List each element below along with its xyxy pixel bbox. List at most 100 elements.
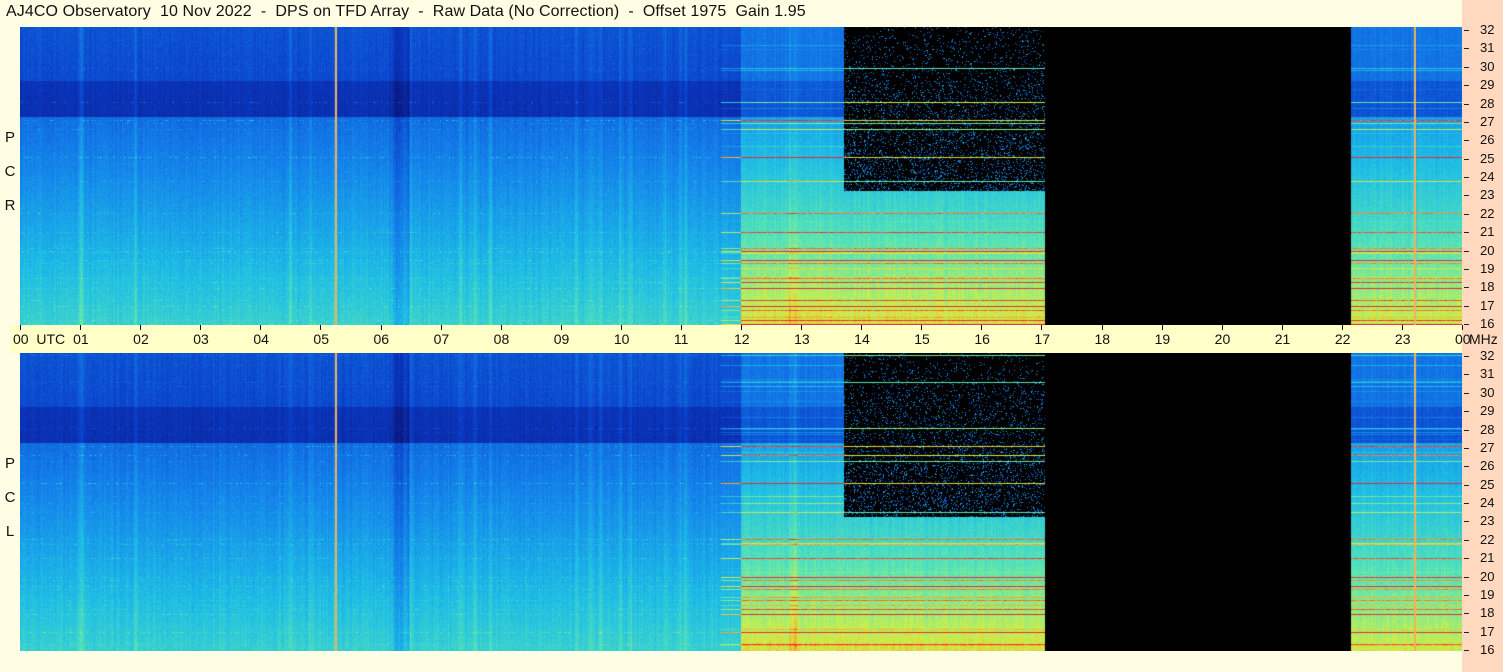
mhz-tick-mark — [1464, 158, 1469, 160]
mhz-tick-label: 21 — [1480, 550, 1495, 566]
mhz-tick-mark — [1464, 374, 1469, 376]
utc-tick-label: 17 — [1034, 331, 1050, 347]
mhz-tick-mark — [1464, 324, 1469, 325]
utc-tick-label: 23 — [1394, 331, 1411, 347]
utc-tick-label: 04 — [253, 331, 269, 347]
utc-tick-mark — [801, 325, 803, 330]
utc-tick-label: 19 — [1154, 331, 1171, 347]
mhz-tick-label: 22 — [1480, 531, 1495, 547]
utc-tick-label: 08 — [493, 331, 510, 347]
rcp-letter-c: C — [4, 163, 16, 180]
utc-tick-mark — [1041, 325, 1043, 330]
rcp-spectrogram — [20, 27, 1462, 325]
utc-tick-mark — [200, 325, 202, 330]
utc-tick-label: 01 — [73, 331, 89, 347]
mhz-tick-mark — [1464, 30, 1469, 31]
mhz-tick-label: 32 — [1480, 22, 1495, 37]
utc-tick-mark — [861, 325, 863, 330]
utc-tick-label: 13 — [794, 331, 810, 347]
mhz-tick-label: 18 — [1480, 279, 1495, 295]
mhz-tick-mark — [1464, 66, 1469, 68]
lcp-spectrogram — [20, 353, 1462, 651]
mhz-tick-mark — [1464, 613, 1469, 615]
utc-tick-mark — [1462, 325, 1463, 330]
mhz-tick-label: 23 — [1480, 187, 1495, 203]
mhz-tick-label: 31 — [1480, 40, 1495, 56]
mhz-tick-mark — [1464, 429, 1469, 431]
utc-tick-mark — [560, 325, 562, 330]
utc-tick-mark — [500, 325, 502, 330]
mhz-tick-label: 18 — [1480, 605, 1495, 621]
mhz-tick-label: 21 — [1480, 224, 1495, 240]
utc-tick-label: 06 — [373, 331, 390, 347]
mhz-tick-mark — [1464, 305, 1469, 307]
utc-tick-label: 12 — [734, 331, 750, 347]
mhz-tick-label: 20 — [1480, 242, 1495, 258]
mhz-tick-label: 16 — [1480, 642, 1495, 657]
lcp-label: P C L — [0, 447, 20, 549]
mhz-tick-mark — [1464, 250, 1469, 252]
mhz-tick-label: 24 — [1480, 495, 1495, 510]
mhz-tick-mark — [1464, 411, 1469, 413]
utc-tick-mark — [1341, 325, 1343, 330]
mhz-tick-mark — [1464, 195, 1469, 197]
mhz-tick-label: 26 — [1480, 132, 1495, 148]
mhz-tick-label: 19 — [1480, 260, 1495, 276]
mhz-tick-mark — [1464, 103, 1469, 105]
mhz-tick-mark — [1464, 650, 1469, 651]
mhz-tick-label: 17 — [1480, 623, 1495, 639]
mhz-tick-mark — [1464, 268, 1469, 270]
mhz-tick-label: 32 — [1480, 348, 1495, 363]
mhz-tick-mark — [1464, 466, 1469, 468]
mhz-tick-mark — [1464, 287, 1469, 289]
mhz-tick-mark — [1464, 503, 1469, 504]
mhz-tick-mark — [1464, 594, 1469, 596]
utc-tick-mark — [1221, 325, 1223, 330]
chart-title: AJ4CO Observatory 10 Nov 2022 - DPS on T… — [6, 3, 806, 20]
mhz-tick-label: 30 — [1480, 384, 1495, 400]
mhz-tick-label: 26 — [1480, 458, 1495, 474]
rcp-letter-r: P — [4, 129, 15, 146]
utc-tick-mark — [380, 325, 382, 330]
mhz-tick-mark — [1464, 213, 1469, 215]
utc-tick-mark — [981, 325, 983, 330]
mhz-unit-label: MHz — [1469, 331, 1498, 347]
utc-tick-mark — [741, 325, 742, 330]
utc-tick-label: 16 — [974, 331, 990, 347]
mhz-tick-mark — [1464, 48, 1469, 50]
utc-tick-mark — [620, 325, 622, 330]
mhz-tick-label: 17 — [1480, 297, 1495, 313]
utc-tick-label: 22 — [1334, 331, 1351, 347]
utc-tick-mark — [921, 325, 923, 330]
utc-tick-mark — [140, 325, 142, 330]
mhz-tick-mark — [1464, 558, 1469, 560]
mhz-tick-label: 16 — [1480, 316, 1495, 331]
spectrogram-figure: AJ4CO Observatory 10 Nov 2022 - DPS on T… — [0, 0, 1503, 672]
mhz-tick-mark — [1464, 356, 1469, 357]
mhz-tick-mark — [1464, 447, 1469, 449]
mhz-tick-label: 25 — [1480, 476, 1495, 492]
mhz-tick-mark — [1464, 140, 1469, 142]
utc-tick-label: 00 UTC — [13, 331, 66, 347]
utc-tick-label: 03 — [193, 331, 209, 347]
utc-tick-mark — [440, 325, 442, 330]
lcp-letter-p: L — [5, 523, 15, 540]
utc-tick-mark — [680, 325, 682, 330]
utc-tick-label: 11 — [673, 331, 689, 347]
utc-tick-label: 14 — [854, 331, 870, 347]
mhz-tick-label: 31 — [1480, 366, 1495, 382]
utc-tick-label: 15 — [914, 331, 930, 347]
mhz-tick-label: 28 — [1480, 95, 1495, 111]
mhz-tick-label: 24 — [1480, 169, 1495, 184]
mhz-tick-mark — [1464, 177, 1469, 178]
lcp-letter-l: P — [4, 455, 15, 472]
mhz-tick-label: 23 — [1480, 513, 1495, 529]
mhz-tick-label: 27 — [1480, 439, 1495, 455]
rcp-label: P C R — [0, 121, 20, 223]
utc-time-axis: 00 UTC 01 02 03 04 05 06 07 08 09 10 11 12 13 14 15 16 17… — [10, 325, 1498, 353]
utc-tick-mark — [80, 325, 82, 330]
rcp-letter-p: R — [4, 197, 16, 214]
utc-tick-mark — [20, 325, 21, 330]
utc-tick-mark — [320, 325, 322, 330]
utc-tick-mark — [260, 325, 262, 330]
